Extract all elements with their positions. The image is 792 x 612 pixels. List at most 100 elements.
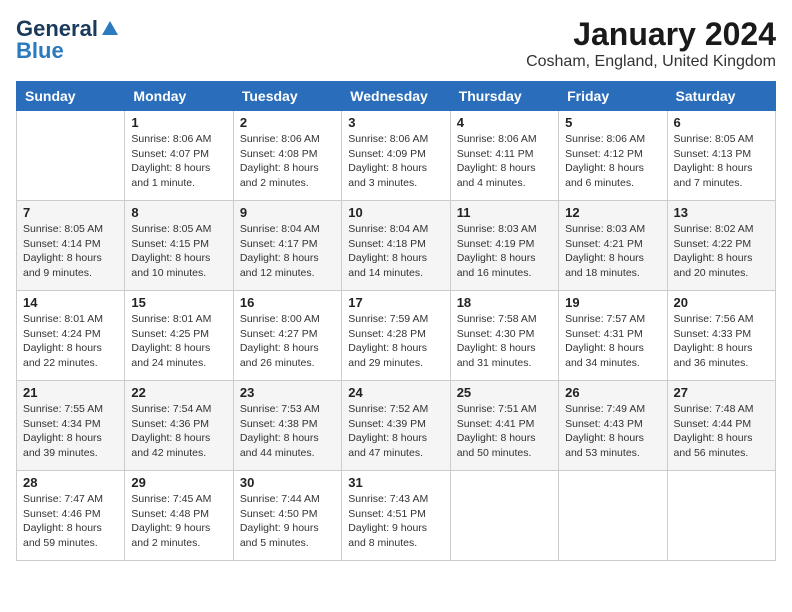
sunset-text: Sunset: 4:08 PM	[240, 147, 335, 162]
daylight-text: Daylight: 8 hours and 39 minutes.	[23, 431, 118, 460]
calendar-cell: 9 Sunrise: 8:04 AMSunset: 4:17 PMDaylight…	[233, 201, 341, 291]
sunrise-text: Sunrise: 7:58 AM	[457, 312, 552, 327]
weekday-header-monday: Monday	[125, 82, 233, 111]
calendar-cell: 30Sunrise: 7:44 AMSunset: 4:50 PMDayligh…	[233, 471, 341, 561]
calendar-cell: 23Sunrise: 7:53 AMSunset: 4:38 PMDayligh…	[233, 381, 341, 471]
sunset-text: Sunset: 4:12 PM	[565, 147, 660, 162]
calendar-cell: 28Sunrise: 7:47 AMSunset: 4:46 PMDayligh…	[17, 471, 125, 561]
calendar-cell: 13Sunrise: 8:02 AMSunset: 4:22 PMDayligh…	[667, 201, 775, 291]
daylight-text: Daylight: 8 hours and 24 minutes.	[131, 341, 226, 370]
sunrise-text: Sunrise: 8:06 AM	[348, 132, 443, 147]
calendar-cell: 11Sunrise: 8:03 AMSunset: 4:19 PMDayligh…	[450, 201, 558, 291]
calendar-cell: 29Sunrise: 7:45 AMSunset: 4:48 PMDayligh…	[125, 471, 233, 561]
sunrise-text: Sunrise: 7:51 AM	[457, 402, 552, 417]
day-info: Sunrise: 8:06 AMSunset: 4:07 PMDaylight:…	[131, 132, 226, 191]
sunset-text: Sunset: 4:30 PM	[457, 327, 552, 342]
sunset-text: Sunset: 4:15 PM	[131, 237, 226, 252]
day-info: Sunrise: 7:56 AMSunset: 4:33 PMDaylight:…	[674, 312, 769, 371]
header: General Blue January 2024 Cosham, Englan…	[16, 16, 776, 71]
day-number: 3	[348, 115, 443, 130]
day-number: 14	[23, 295, 118, 310]
day-info: Sunrise: 7:57 AMSunset: 4:31 PMDaylight:…	[565, 312, 660, 371]
day-info: Sunrise: 7:47 AMSunset: 4:46 PMDaylight:…	[23, 492, 118, 551]
sunrise-text: Sunrise: 8:05 AM	[674, 132, 769, 147]
calendar-cell: 27Sunrise: 7:48 AMSunset: 4:44 PMDayligh…	[667, 381, 775, 471]
day-number: 17	[348, 295, 443, 310]
sunrise-text: Sunrise: 7:57 AM	[565, 312, 660, 327]
day-number: 9	[240, 205, 335, 220]
sunset-text: Sunset: 4:38 PM	[240, 417, 335, 432]
day-info: Sunrise: 8:05 AMSunset: 4:14 PMDaylight:…	[23, 222, 118, 281]
sunrise-text: Sunrise: 8:06 AM	[131, 132, 226, 147]
sunrise-text: Sunrise: 8:00 AM	[240, 312, 335, 327]
calendar-cell	[667, 471, 775, 561]
month-year: January 2024	[526, 16, 776, 53]
sunset-text: Sunset: 4:41 PM	[457, 417, 552, 432]
daylight-text: Daylight: 8 hours and 20 minutes.	[674, 251, 769, 280]
calendar-cell: 12Sunrise: 8:03 AMSunset: 4:21 PMDayligh…	[559, 201, 667, 291]
day-number: 8	[131, 205, 226, 220]
day-info: Sunrise: 7:55 AMSunset: 4:34 PMDaylight:…	[23, 402, 118, 461]
calendar-cell	[450, 471, 558, 561]
daylight-text: Daylight: 8 hours and 53 minutes.	[565, 431, 660, 460]
day-number: 20	[674, 295, 769, 310]
sunset-text: Sunset: 4:09 PM	[348, 147, 443, 162]
sunset-text: Sunset: 4:44 PM	[674, 417, 769, 432]
daylight-text: Daylight: 8 hours and 12 minutes.	[240, 251, 335, 280]
sunset-text: Sunset: 4:50 PM	[240, 507, 335, 522]
daylight-text: Daylight: 8 hours and 2 minutes.	[240, 161, 335, 190]
day-info: Sunrise: 8:04 AMSunset: 4:17 PMDaylight:…	[240, 222, 335, 281]
sunset-text: Sunset: 4:51 PM	[348, 507, 443, 522]
sunrise-text: Sunrise: 8:03 AM	[565, 222, 660, 237]
calendar-cell	[559, 471, 667, 561]
calendar-cell: 31Sunrise: 7:43 AMSunset: 4:51 PMDayligh…	[342, 471, 450, 561]
calendar-cell: 21Sunrise: 7:55 AMSunset: 4:34 PMDayligh…	[17, 381, 125, 471]
sunrise-text: Sunrise: 7:49 AM	[565, 402, 660, 417]
title-area: January 2024 Cosham, England, United Kin…	[526, 16, 776, 71]
sunrise-text: Sunrise: 8:01 AM	[23, 312, 118, 327]
calendar-cell: 14 Sunrise: 8:01 AMSunset: 4:24 PMDayligh…	[17, 291, 125, 381]
daylight-text: Daylight: 8 hours and 22 minutes.	[23, 341, 118, 370]
day-number: 29	[131, 475, 226, 490]
day-number: 5	[565, 115, 660, 130]
daylight-text: Daylight: 8 hours and 18 minutes.	[565, 251, 660, 280]
sunset-text: Sunset: 4:43 PM	[565, 417, 660, 432]
daylight-text: Daylight: 8 hours and 42 minutes.	[131, 431, 226, 460]
daylight-text: Daylight: 8 hours and 7 minutes.	[674, 161, 769, 190]
calendar-cell: 1Sunrise: 8:06 AMSunset: 4:07 PMDaylight…	[125, 111, 233, 201]
calendar-cell: 8Sunrise: 8:05 AMSunset: 4:15 PMDaylight…	[125, 201, 233, 291]
calendar-cell: 7Sunrise: 8:05 AMSunset: 4:14 PMDaylight…	[17, 201, 125, 291]
daylight-text: Daylight: 8 hours and 1 minute.	[131, 161, 226, 190]
calendar-cell: 2Sunrise: 8:06 AMSunset: 4:08 PMDaylight…	[233, 111, 341, 201]
sunset-text: Sunset: 4:07 PM	[131, 147, 226, 162]
daylight-text: Daylight: 8 hours and 10 minutes.	[131, 251, 226, 280]
day-info: Sunrise: 8:00 AMSunset: 4:27 PMDaylight:…	[240, 312, 335, 371]
day-info: Sunrise: 8:03 AMSunset: 4:21 PMDaylight:…	[565, 222, 660, 281]
calendar-cell: 5Sunrise: 8:06 AMSunset: 4:12 PMDaylight…	[559, 111, 667, 201]
sunset-text: Sunset: 4:48 PM	[131, 507, 226, 522]
day-number: 10	[348, 205, 443, 220]
day-info: Sunrise: 7:51 AMSunset: 4:41 PMDaylight:…	[457, 402, 552, 461]
day-info: Sunrise: 8:05 AMSunset: 4:13 PMDaylight:…	[674, 132, 769, 191]
sunset-text: Sunset: 4:36 PM	[131, 417, 226, 432]
daylight-text: Daylight: 8 hours and 47 minutes.	[348, 431, 443, 460]
weekday-header-row: SundayMondayTuesdayWednesdayThursdayFrid…	[17, 82, 776, 111]
sunrise-text: Sunrise: 7:47 AM	[23, 492, 118, 507]
calendar-cell: 18Sunrise: 7:58 AMSunset: 4:30 PMDayligh…	[450, 291, 558, 381]
sunrise-text: Sunrise: 8:06 AM	[240, 132, 335, 147]
sunset-text: Sunset: 4:13 PM	[674, 147, 769, 162]
daylight-text: Daylight: 8 hours and 56 minutes.	[674, 431, 769, 460]
sunset-text: Sunset: 4:24 PM	[23, 327, 118, 342]
daylight-text: Daylight: 8 hours and 31 minutes.	[457, 341, 552, 370]
calendar-week-5: 28Sunrise: 7:47 AMSunset: 4:46 PMDayligh…	[17, 471, 776, 561]
calendar-week-3: 14Sunrise: 8:01 AMSunset: 4:24 PMDayligh…	[17, 291, 776, 381]
sunset-text: Sunset: 4:17 PM	[240, 237, 335, 252]
sunrise-text: Sunrise: 7:44 AM	[240, 492, 335, 507]
sunset-text: Sunset: 4:27 PM	[240, 327, 335, 342]
sunset-text: Sunset: 4:21 PM	[565, 237, 660, 252]
calendar-cell	[17, 111, 125, 201]
daylight-text: Daylight: 8 hours and 26 minutes.	[240, 341, 335, 370]
sunset-text: Sunset: 4:46 PM	[23, 507, 118, 522]
sunset-text: Sunset: 4:22 PM	[674, 237, 769, 252]
calendar-cell: 6Sunrise: 8:05 AMSunset: 4:13 PMDaylight…	[667, 111, 775, 201]
